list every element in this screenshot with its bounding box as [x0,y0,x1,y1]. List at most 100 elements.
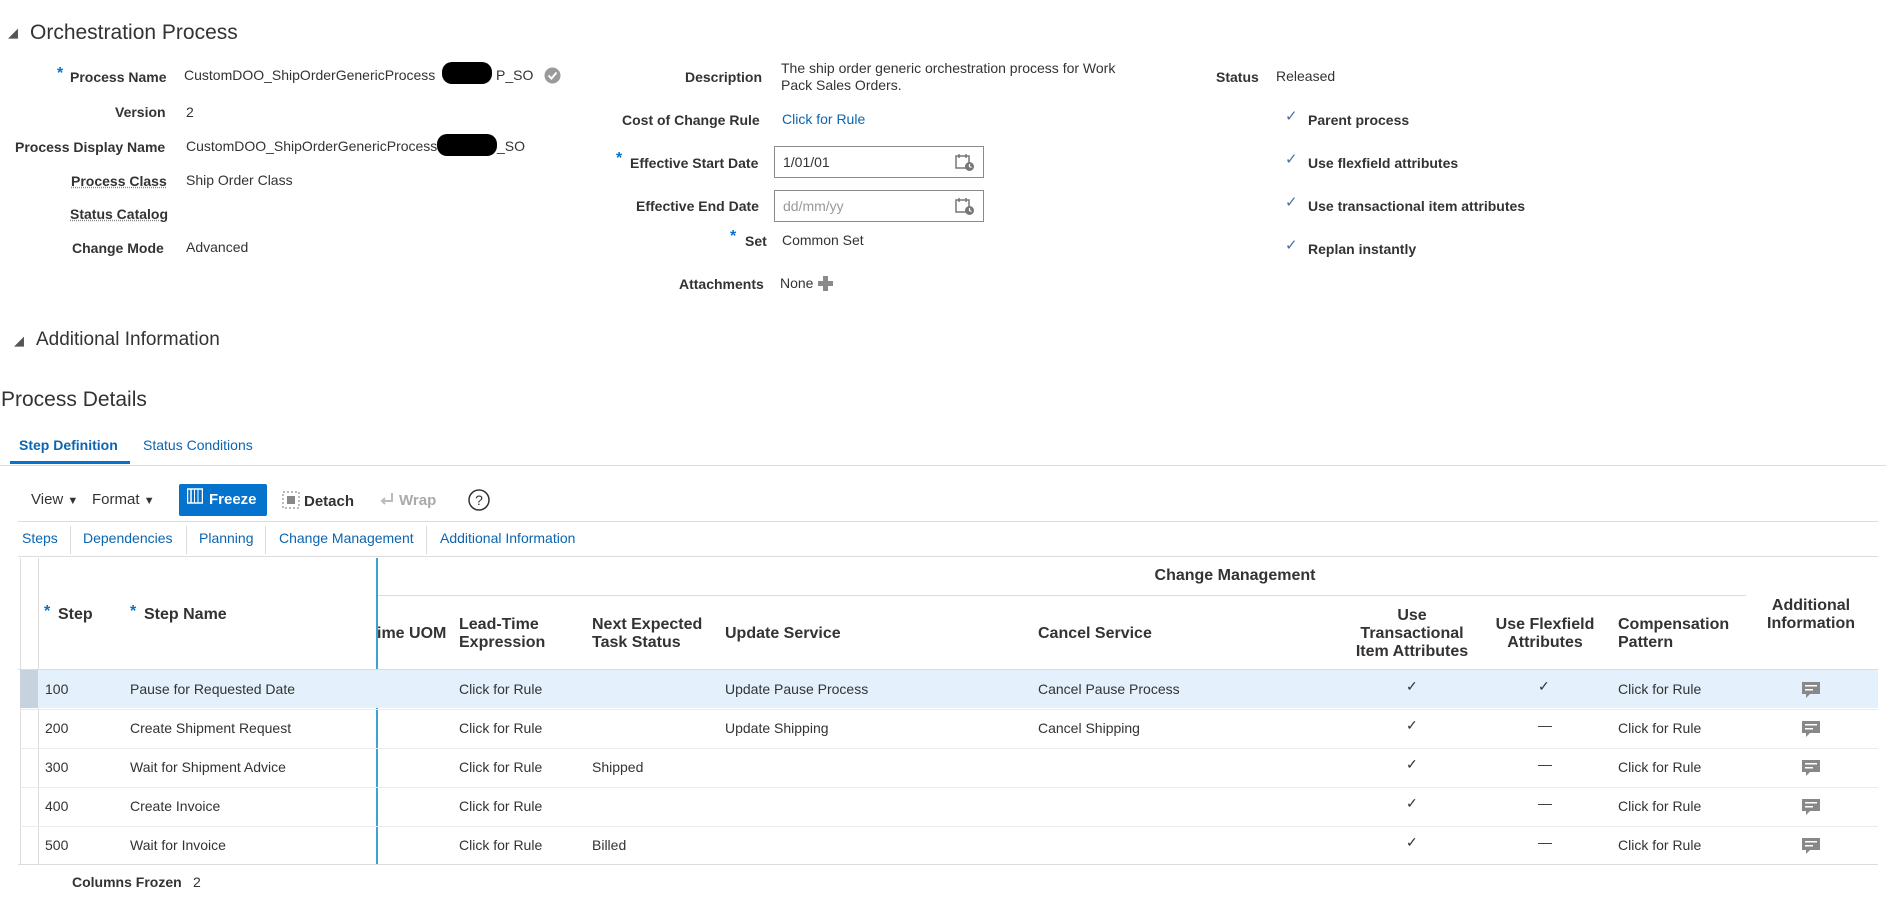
row-use-flexfield-check: — [1538,756,1552,772]
attachments-label: Attachments [679,276,764,292]
view-menu[interactable]: View ▼ [31,491,78,508]
additional-info-icon[interactable] [1801,837,1821,858]
row-step-name: Wait for Invoice [130,837,226,853]
cost-of-change-rule-link[interactable]: Click for Rule [782,111,865,127]
verified-check-icon [544,67,561,87]
change-mode-value: Advanced [186,239,249,255]
row-use-transactional-check: ✓ [1406,795,1418,811]
calendar-icon[interactable] [955,198,975,219]
column-header-next-expected-status[interactable]: Next Expected Task Status [592,616,712,652]
row-update-service: Update Pause Process [725,681,869,697]
effective-end-date-placeholder: dd/mm/yy [783,198,844,214]
display-name-label: Process Display Name [15,139,166,155]
row-lead-time-link[interactable]: Click for Rule [459,837,542,853]
row-compensation-link[interactable]: Click for Rule [1618,798,1701,814]
column-header-additional-info[interactable]: Additional Information [1750,597,1872,633]
display-name-value-prefix: CustomDOO_ShipOrderGenericProcess [186,138,438,154]
column-header-update-service[interactable]: Update Service [725,625,841,643]
additional-info-icon[interactable] [1801,681,1821,702]
row-step-number: 300 [45,759,69,775]
row-compensation-link[interactable]: Click for Rule [1618,837,1701,853]
change-mode-label: Change Mode [72,240,164,256]
required-indicator: * [730,228,737,245]
version-label: Version [115,104,166,120]
collapse-triangle-icon[interactable]: ◢ [14,333,24,349]
status-value: Released [1276,68,1336,84]
version-value: 2 [186,104,194,120]
column-header-lead-time[interactable]: Lead-Time Expression [459,616,559,652]
tab-step-definition[interactable]: Step Definition [19,437,118,453]
process-name-value-prefix: CustomDOO_ShipOrderGenericProcess [184,67,436,83]
redaction-mark [437,134,497,156]
row-use-transactional-check: ✓ [1406,678,1418,694]
row-use-transactional-check: ✓ [1406,717,1418,733]
row-compensation-link[interactable]: Click for Rule [1618,759,1701,775]
help-icon[interactable]: ? [468,489,490,514]
effective-start-date-input[interactable]: 1/01/01 [774,146,984,178]
set-label: Set [745,233,767,249]
tab-status-conditions[interactable]: Status Conditions [143,437,253,453]
row-compensation-link[interactable]: Click for Rule [1618,681,1701,697]
svg-text:?: ? [475,492,483,508]
add-attachment-icon[interactable] [817,275,834,295]
required-indicator: * [130,603,137,620]
flag-replan-instantly: Replan instantly [1308,241,1417,257]
flag-parent-process: Parent process [1308,112,1410,128]
row-use-transactional-check: ✓ [1406,756,1418,772]
collapse-triangle-icon[interactable]: ◢ [8,25,18,41]
row-step-name: Pause for Requested Date [130,681,295,697]
row-use-flexfield-check: — [1538,834,1552,850]
calendar-icon[interactable] [955,154,975,175]
row-use-transactional-check: ✓ [1406,834,1418,850]
process-name-value-suffix: P_SO [496,67,534,83]
detach-icon [282,491,300,513]
status-label: Status [1216,69,1259,85]
effective-end-date-label: Effective End Date [636,198,759,214]
section-title-orchestration: Orchestration Process [30,21,238,44]
display-name-value-suffix: _SO [497,138,526,154]
section-title-process-details: Process Details [1,388,147,411]
row-lead-time-link[interactable]: Click for Rule [459,798,542,814]
column-header-use-flexfield[interactable]: Use Flexfield Attributes [1490,616,1600,652]
subtab-additional-information[interactable]: Additional Information [440,530,575,546]
freeze-button[interactable]: Freeze [179,484,267,516]
row-selector[interactable] [20,670,38,708]
subtab-change-management[interactable]: Change Management [279,530,414,546]
detach-button[interactable]: Detach [282,491,354,513]
check-icon: ✓ [1285,108,1298,125]
row-lead-time-link[interactable]: Click for Rule [459,720,542,736]
description-label: Description [685,69,763,85]
required-indicator: * [44,603,51,620]
column-header-use-transactional[interactable]: Use Transactional Item Attributes [1352,607,1472,661]
format-menu[interactable]: Format ▼ [92,491,155,508]
row-use-flexfield-check: ✓ [1538,678,1550,694]
additional-info-icon[interactable] [1801,798,1821,819]
effective-start-date-label: Effective Start Date [630,155,759,171]
row-compensation-link[interactable]: Click for Rule [1618,720,1701,736]
subtab-dependencies[interactable]: Dependencies [83,530,173,546]
frozen-column-divider[interactable] [376,558,378,864]
additional-info-icon[interactable] [1801,759,1821,780]
column-header-step-name[interactable]: Step Name [144,606,227,624]
column-header-step[interactable]: Step [58,606,93,624]
required-indicator: * [616,150,623,167]
effective-end-date-input[interactable]: dd/mm/yy [774,190,984,222]
row-lead-time-link[interactable]: Click for Rule [459,759,542,775]
wrap-button[interactable]: Wrap [379,491,436,511]
row-step-name: Create Invoice [130,798,221,814]
row-step-name: Create Shipment Request [130,720,292,736]
column-header-cancel-service[interactable]: Cancel Service [1038,625,1152,643]
description-line-2: Pack Sales Orders. [781,77,902,93]
attachments-value: None [780,275,814,291]
row-lead-time-link[interactable]: Click for Rule [459,681,542,697]
column-header-compensation[interactable]: Compensation Pattern [1618,616,1738,652]
row-step-number: 200 [45,720,69,736]
process-name-label: Process Name [70,69,167,85]
subtab-steps[interactable]: Steps [22,530,58,546]
additional-info-icon[interactable] [1801,720,1821,741]
subtab-planning[interactable]: Planning [199,530,254,546]
columns-frozen-value: 2 [193,874,201,890]
status-catalog-label: Status Catalog [70,206,169,222]
column-header-time-uom[interactable]: ime UOM [377,625,446,643]
row-use-flexfield-check: — [1538,717,1552,733]
